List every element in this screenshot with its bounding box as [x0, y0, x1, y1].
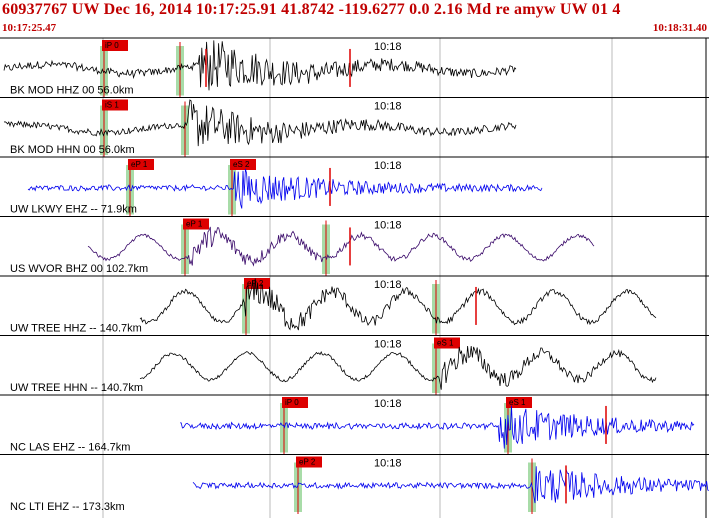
trace-row[interactable]: iP 0 eS 1 10:18 NC LAS EHZ -- 164.7km — [0, 394, 709, 455]
trace-row[interactable]: iP 0 10:18 BK MOD HHZ 00 56.0km — [0, 37, 709, 98]
station-label: US WVOR BHZ 00 102.7km — [10, 263, 148, 275]
minute-label: 10:18 — [374, 279, 402, 291]
trace-row[interactable]: eP 2 10:18UW TREE HHZ -- 140.7km — [0, 275, 709, 336]
seismogram-panel[interactable]: iP 0 10:18 BK MOD HHZ 00 56.0km iS 1 10:18 BK… — [0, 0, 709, 518]
trace-row[interactable]: eP 2 10:18 NC LTI EHZ -- 173.3km — [0, 454, 709, 515]
pick-label: eS 1 — [509, 398, 526, 407]
station-label: UW TREE HHN -- 140.7km — [10, 382, 143, 394]
waveform — [87, 226, 595, 267]
minute-label: 10:18 — [374, 339, 402, 351]
station-label: UW LKWY EHZ -- 71.9km — [10, 204, 137, 216]
pick-label: iP 0 — [105, 41, 119, 50]
station-label: NC LTI EHZ -- 173.3km — [10, 501, 125, 513]
pick-label: iP 0 — [285, 398, 299, 407]
trace-row[interactable]: eP 1 eS 2 10:18 UW LKWY EHZ -- 71.9km — [0, 156, 709, 217]
pick-label: eS 2 — [233, 160, 250, 169]
minute-label: 10:18 — [374, 220, 402, 232]
station-label: NC LAS EHZ -- 164.7km — [10, 442, 130, 454]
station-label: BK MOD HHZ 00 56.0km — [10, 85, 133, 97]
trace-row[interactable]: eP 1 10:18 US WVOR BHZ 00 102.7km — [0, 216, 709, 277]
minute-label: 10:18 — [374, 458, 402, 470]
station-label: UW TREE HHZ -- 140.7km — [10, 323, 142, 335]
waveform — [139, 345, 657, 390]
pick-label: eS 1 — [437, 339, 454, 348]
waveform — [3, 99, 517, 147]
station-label: BK MOD HHN 00 56.0km — [10, 144, 135, 156]
pick-label: eP 2 — [299, 458, 316, 467]
minute-label: 10:18 — [374, 398, 402, 410]
pick-label: eP 1 — [131, 160, 148, 169]
minute-label: 10:18 — [374, 41, 402, 53]
minute-label: 10:18 — [374, 160, 402, 172]
pick-label: iS 1 — [105, 101, 119, 110]
minute-label: 10:18 — [374, 101, 402, 113]
trace-row[interactable]: eS 1 10:18 UW TREE HHN -- 140.7km — [0, 335, 709, 396]
waveform — [3, 40, 517, 91]
pick-label: eP 1 — [186, 220, 203, 229]
waveform — [180, 405, 695, 449]
trace-row[interactable]: iS 1 10:18 BK MOD HHN 00 56.0km — [0, 97, 709, 158]
